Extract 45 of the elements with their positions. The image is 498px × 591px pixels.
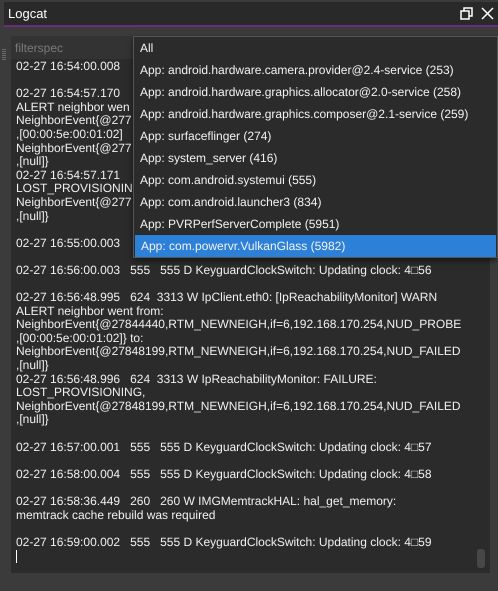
dropdown-item[interactable]: App: com.android.launcher3 (834) — [134, 191, 497, 213]
filter-field[interactable]: filterspec — [11, 36, 133, 59]
log-line: NeighborEvent{@277 — [16, 196, 132, 210]
log-line: ,[null]} — [16, 413, 49, 428]
dropdown-item[interactable]: App: com.android.systemui (555) — [134, 169, 497, 191]
log-line: ,[null]} — [16, 210, 49, 224]
log-line: NeighborEvent{@277 — [16, 142, 132, 156]
log-line: memtrack cache rebuild was required — [16, 508, 216, 522]
log-line: 02-27 16:56:48.995 624 3313 W IpClient.eth0: [IpReachabilityMonitor] WARN — [16, 291, 438, 305]
restore-icon[interactable] — [460, 7, 473, 20]
log-line: 02-27 16:55:00.003 — [16, 236, 120, 250]
dropdown-item[interactable]: All — [134, 37, 497, 59]
log-line: ,[00:00:5e:00:01:02] — [16, 128, 123, 142]
dropdown-item[interactable]: App: android.hardware.graphics.allocator@2.0-service (258) — [134, 81, 497, 103]
window-title: Logcat — [8, 6, 48, 21]
log-line: NeighborEvent{@27844440,RTM_NEWNEIGH,if=6,192.168.170.254,NUD_PROBE — [16, 318, 462, 332]
dropdown-item[interactable]: App: surfaceflinger (274) — [134, 125, 497, 147]
log-line: ,[null]} — [16, 359, 49, 373]
log-line: 02-27 16:58:36.449 260 260 W IMGMemtrackHAL: hal_get_memory: — [16, 495, 396, 509]
log-line: 02-27 16:58:00.004 555 555 D KeyguardClockSwitch: Updating clock: 4□58 — [16, 468, 432, 482]
log-line: NeighborEvent{@277 — [16, 114, 132, 128]
text-cursor — [16, 550, 17, 564]
log-line: ,[null]} — [16, 155, 49, 169]
scrollbar-thumb[interactable] — [477, 549, 485, 568]
log-line: 02-27 16:56:48.996 624 3313 W IpReachabilityMonitor: FAILURE: — [16, 372, 377, 386]
log-line: ,[00:00:5e:00:01:02]} to: — [16, 332, 144, 346]
log-line: 02-27 16:54:00.008 — [16, 60, 120, 74]
log-line: LOST_PROVISIONING, — [16, 386, 146, 400]
log-line: ALERT neighbor went from: — [16, 304, 164, 318]
dropdown-item[interactable]: App: android.hardware.camera.provider@2.4-service (253) — [134, 59, 497, 81]
log-line: 02-27 16:57:00.001 555 555 D KeyguardClockSwitch: Updating clock: 4□57 — [16, 440, 432, 454]
dropdown-item[interactable]: App: com.powervr.VulkanGlass (5982) — [135, 235, 496, 257]
log-line: ALERT neighbor wen — [16, 100, 130, 114]
log-line: 02-27 16:56:00.003 555 555 D KeyguardClockSwitch: Updating clock: 4□56 — [16, 264, 432, 278]
log-line: LOST_PROVISIONIN — [16, 182, 133, 196]
dropdown-item[interactable]: App: android.hardware.graphics.composer@2.1-service (259) — [134, 103, 497, 125]
grip-icon[interactable] — [2, 49, 6, 61]
log-line: NeighborEvent{@27848199,RTM_NEWNEIGH,if=6,192.168.170.254,NUD_FAILED — [16, 345, 461, 360]
log-line: NeighborEvent{@27848199,RTM_NEWNEIGH,if=6,192.168.170.254,NUD_FAILED — [16, 400, 461, 414]
log-line: 02-27 16:59:00.002 555 555 D KeyguardClockSwitch: Updating clock: 4□59 — [16, 536, 432, 550]
log-line: 02-27 16:54:57.170 — [16, 87, 120, 101]
dropdown-item[interactable]: App: PVRPerfServerComplete (5951) — [134, 213, 497, 235]
close-icon[interactable] — [481, 7, 494, 20]
log-line: 02-27 16:54:57.171 — [16, 168, 120, 182]
dropdown-item[interactable]: App: system_server (416) — [134, 147, 497, 169]
